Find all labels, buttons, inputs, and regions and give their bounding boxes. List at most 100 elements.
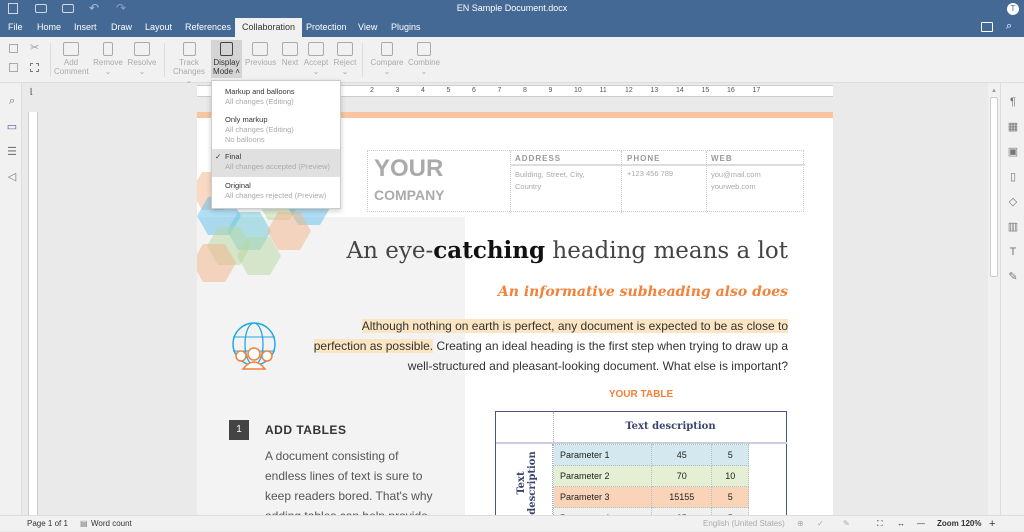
compare-button[interactable]: Compare ⌄: [369, 42, 405, 76]
table-settings-icon[interactable]: ▦: [1007, 122, 1019, 133]
intro-paragraph[interactable]: Although nothing on earth is perfect, an…: [268, 316, 788, 376]
table-cell[interactable]: Parameter 1: [553, 444, 652, 466]
fit-width-icon[interactable]: ↔: [897, 516, 905, 532]
tab-stop-icon[interactable]: ⌊: [30, 87, 33, 96]
web-label: WEB: [711, 154, 733, 163]
combine-button[interactable]: Combine ⌄: [407, 42, 441, 76]
menu-item-markup-balloons[interactable]: Markup and balloons All changes (Editing): [212, 85, 340, 111]
ruler-label: 5: [446, 87, 451, 94]
menu-item-original[interactable]: Original All changes rejected (Preview): [212, 178, 340, 206]
previous-button[interactable]: Previous: [245, 42, 276, 67]
table-cell[interactable]: 70: [650, 465, 713, 487]
company-name-line1: YOUR: [374, 155, 444, 182]
tab-collaboration[interactable]: Collaboration: [235, 18, 303, 37]
tab-file[interactable]: File: [1, 18, 30, 37]
track-changes-status-icon[interactable]: ✎: [843, 516, 850, 532]
table-header: Text description: [553, 412, 787, 442]
page-counter[interactable]: Page 1 of 1: [27, 516, 68, 532]
paste-icon[interactable]: [9, 63, 18, 72]
ruler-label: 12: [625, 87, 633, 94]
tab-layout[interactable]: Layout: [138, 18, 179, 37]
fit-page-icon[interactable]: ⛶: [877, 516, 883, 532]
open-location-icon[interactable]: [981, 22, 993, 32]
display-mode-button[interactable]: Display Mode ˄: [211, 40, 242, 78]
table-cell[interactable]: 5: [711, 444, 749, 466]
accept-icon: [308, 42, 324, 56]
reject-button[interactable]: Reject ⌄: [333, 42, 357, 76]
vertical-scrollbar[interactable]: ▲: [988, 83, 1000, 515]
feedback-icon[interactable]: ◁: [6, 172, 18, 183]
image-settings-icon[interactable]: ▣: [1007, 147, 1019, 158]
table-row: Parameter 3 15155 5: [553, 486, 749, 508]
remove-comment-button[interactable]: Remove ⌄: [92, 42, 124, 76]
tab-view[interactable]: View: [351, 18, 384, 37]
status-bar: Page 1 of 1 ▤ Word count English (United…: [0, 515, 1024, 531]
zoom-out-icon[interactable]: —: [917, 516, 925, 532]
ruler-label: 6: [472, 87, 476, 94]
table-cell[interactable]: Parameter 3: [553, 486, 652, 508]
paragraph-settings-icon[interactable]: ¶: [1007, 97, 1019, 108]
table-cell[interactable]: 5: [711, 507, 749, 515]
table-cell[interactable]: 5: [711, 486, 749, 508]
table-cell[interactable]: 10: [711, 465, 749, 487]
table-cell[interactable]: 35: [650, 507, 713, 515]
track-changes-button[interactable]: Track Changes ⌄: [170, 42, 208, 85]
address-label: ADDRESS: [515, 154, 562, 163]
select-all-icon[interactable]: [30, 63, 39, 72]
language-selector[interactable]: English (United States): [703, 516, 785, 532]
address-value: Building, Street, City, Country: [515, 170, 585, 191]
company-header: YOUR COMPANY ADDRESS Building, Street, C…: [367, 150, 805, 213]
word-count-button[interactable]: Word count: [91, 516, 132, 532]
track-changes-icon: [182, 42, 196, 56]
tab-protection[interactable]: Protection: [299, 18, 354, 37]
tab-draw[interactable]: Draw: [104, 18, 139, 37]
add-comment-button[interactable]: Add Comment: [54, 42, 89, 76]
tab-home[interactable]: Home: [30, 18, 68, 37]
table-cell[interactable]: Parameter 4: [553, 507, 652, 515]
comments-icon[interactable]: ▭: [6, 122, 18, 133]
ruler-label: 8: [523, 87, 527, 94]
menu-item-final[interactable]: ✓ Final All changes accepted (Preview): [212, 149, 340, 177]
document-title: EN Sample Document.docx: [456, 3, 568, 13]
search-icon[interactable]: ⌕: [6, 96, 18, 107]
accept-button[interactable]: Accept ⌄: [303, 42, 329, 76]
checkmark-icon: ✓: [215, 152, 222, 161]
tab-references[interactable]: References: [178, 18, 238, 37]
table-cell[interactable]: 15155: [650, 486, 713, 508]
ruler-label: 2: [370, 87, 374, 94]
shape-settings-icon[interactable]: ◇: [1007, 197, 1019, 208]
text-art-icon[interactable]: T: [1007, 247, 1019, 258]
phone-value: +123 456 789: [627, 169, 674, 178]
header-footer-icon[interactable]: ▯: [1007, 172, 1019, 183]
display-mode-menu: Markup and balloons All changes (Editing)…: [211, 80, 341, 209]
scrollbar-thumb[interactable]: [990, 97, 998, 277]
zoom-level[interactable]: Zoom 120%: [937, 516, 981, 532]
next-icon: [282, 42, 298, 56]
tab-plugins[interactable]: Plugins: [384, 18, 428, 37]
navigation-icon[interactable]: ☰: [6, 147, 18, 158]
user-avatar[interactable]: T: [1007, 3, 1019, 15]
web-value: you@mail.com yourweb.com: [711, 170, 761, 191]
table-cell[interactable]: Parameter 2: [553, 465, 652, 487]
search-icon[interactable]: ⌕: [1006, 20, 1012, 33]
menu-item-only-markup[interactable]: Only markup All changes (Editing) No ballo…: [212, 113, 340, 147]
subheading: An informative subheading also does: [497, 284, 788, 300]
toolbar: ✂ Add Comment Remove ⌄ Resolve ⌄ Track Chang…: [0, 37, 1024, 85]
ruler-label: 13: [650, 87, 659, 94]
next-button[interactable]: Next: [280, 42, 300, 67]
tab-insert[interactable]: Insert: [67, 18, 104, 37]
doc-language-icon[interactable]: ⊕: [797, 516, 804, 532]
vertical-ruler[interactable]: [28, 112, 38, 515]
copy-icon[interactable]: [9, 44, 18, 53]
ruler-label: 3: [395, 87, 400, 94]
table-cell[interactable]: 45: [650, 444, 713, 466]
ruler-label: 7: [497, 87, 502, 94]
chart-settings-icon[interactable]: ▥: [1007, 222, 1019, 233]
cut-icon[interactable]: ✂: [30, 41, 39, 54]
title-bar: ↶ ↷ EN Sample Document.docx T: [0, 0, 1024, 18]
resolve-button[interactable]: Resolve ⌄: [126, 42, 158, 76]
zoom-in-icon[interactable]: +: [989, 516, 995, 532]
spellcheck-icon[interactable]: ✓: [817, 516, 824, 532]
parameters-table[interactable]: Text description Text description Parame…: [495, 411, 787, 515]
signature-icon[interactable]: ✎: [1007, 272, 1019, 283]
